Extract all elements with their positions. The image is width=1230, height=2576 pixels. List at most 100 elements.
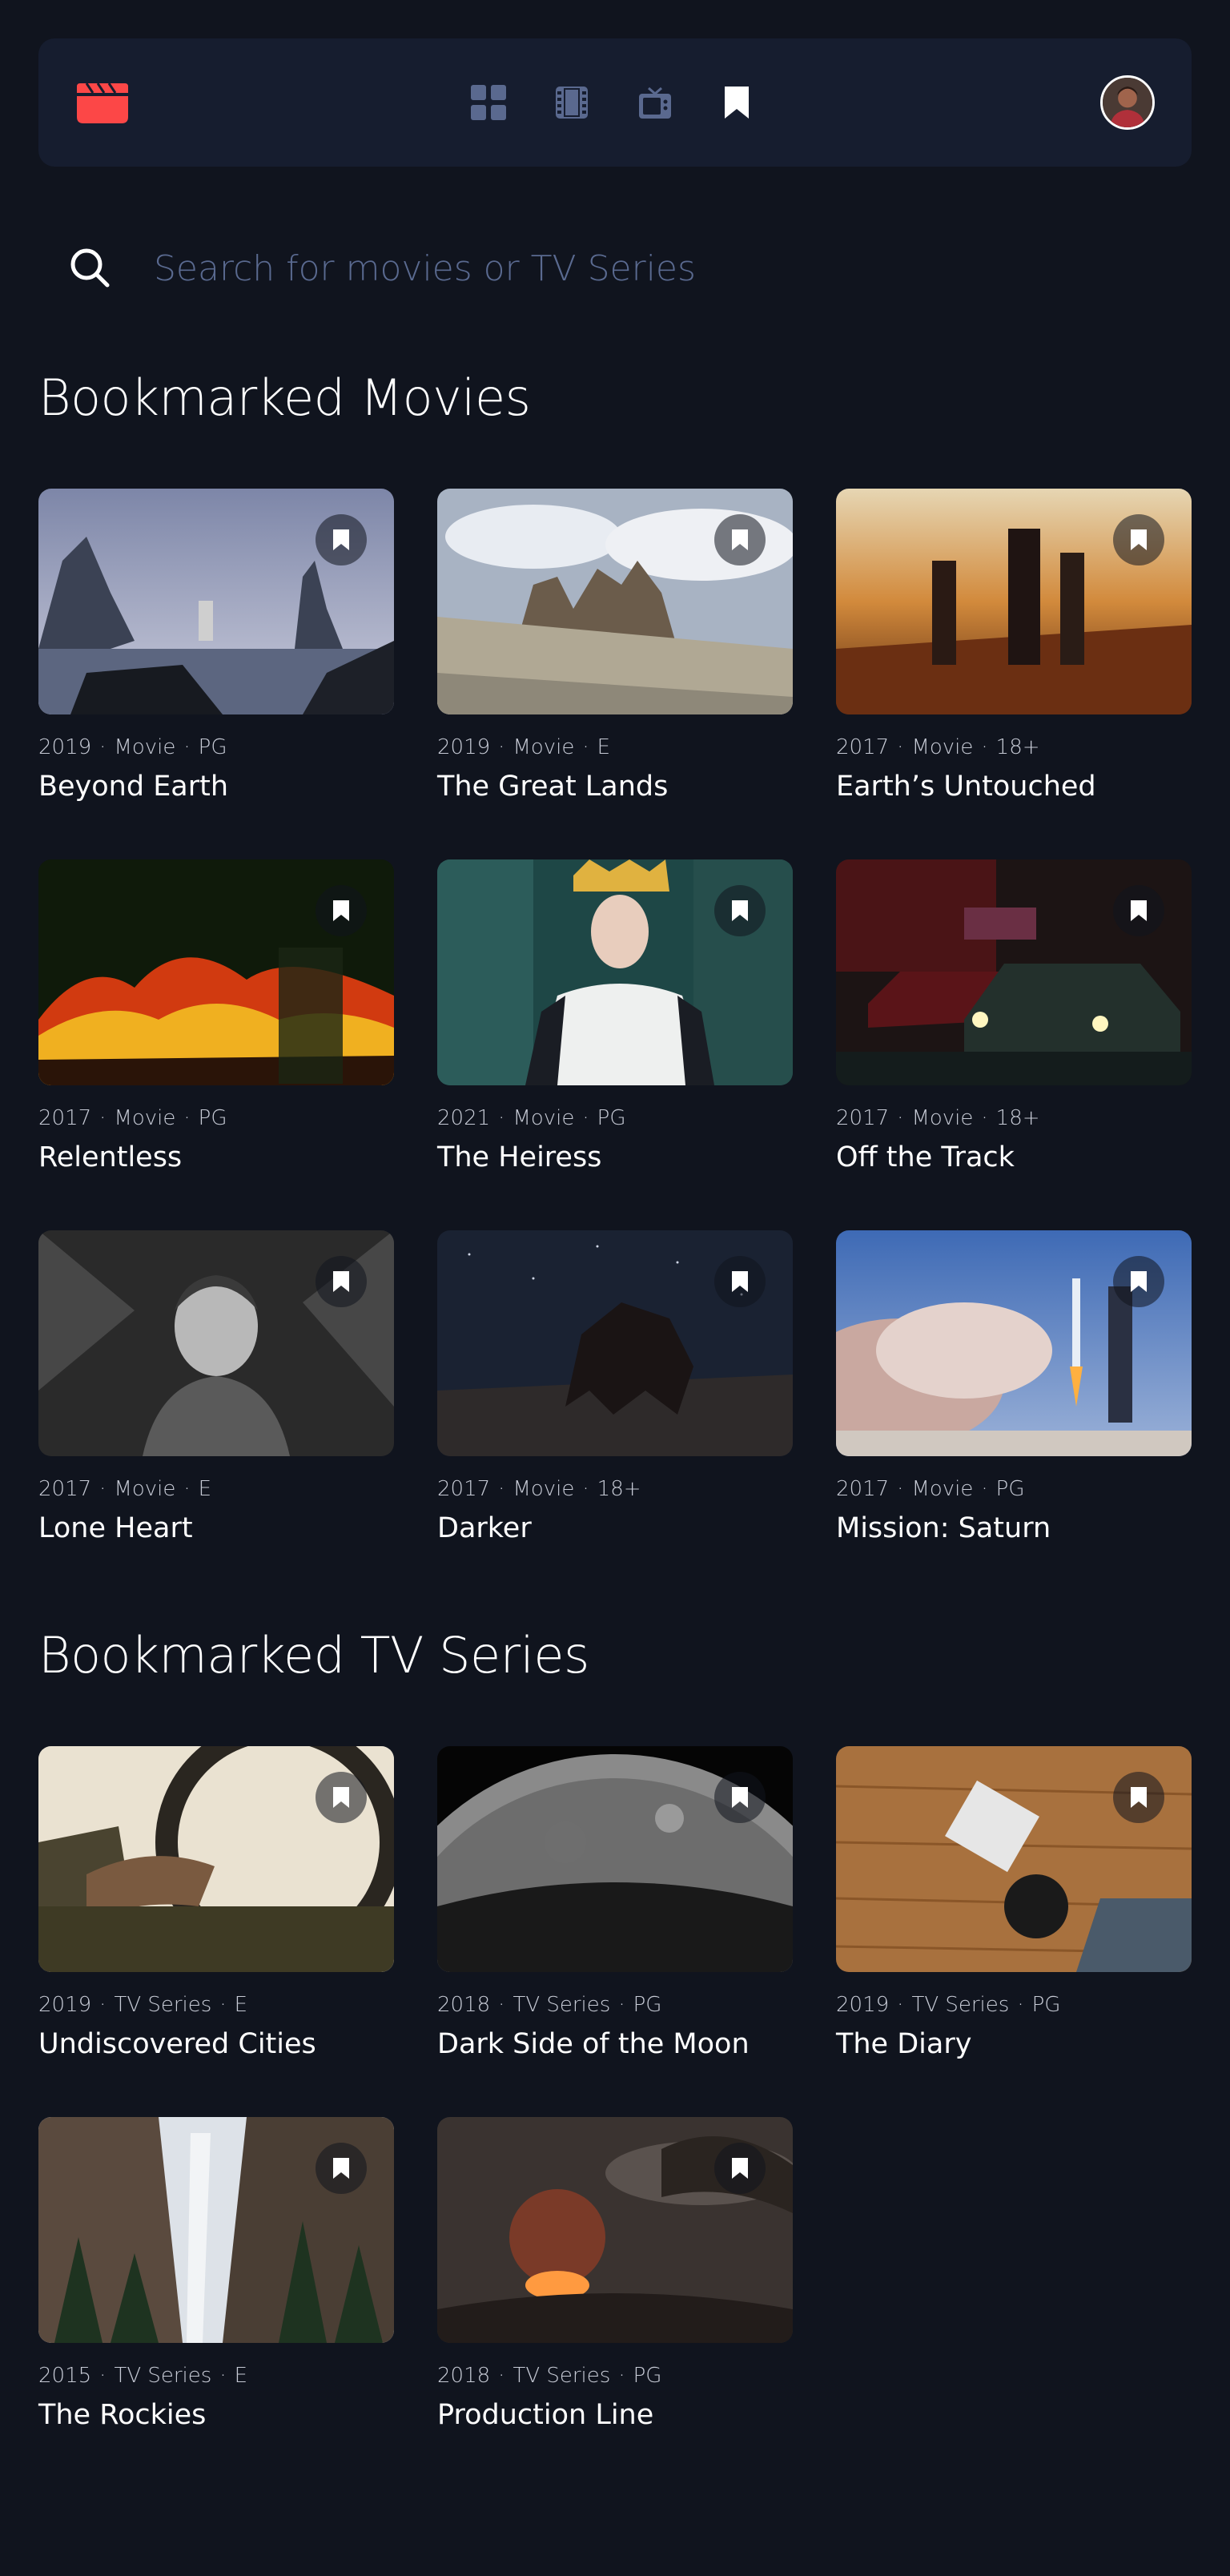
card-rating: 18+ [995,735,1040,759]
search-input[interactable] [154,240,1115,296]
movie-card[interactable]: 2017 · Movie · PG Relentless [38,859,394,1180]
separator-dot: · [99,2364,107,2388]
card-meta: 2015 · TV Series · E [38,2364,247,2388]
card-title[interactable]: Off the Track [836,1141,1015,1173]
card-title[interactable]: The Heiress [437,1141,601,1173]
card-rating: PG [633,1993,662,2017]
separator-dot: · [183,735,191,759]
separator-dot: · [99,1477,107,1501]
separator-dot: · [897,735,904,759]
bookmark-button[interactable] [1113,514,1164,566]
movies-grid: 2019 · Movie · PG Beyond Earth 2019 · Movie · E The… [38,489,1192,1586]
bookmark-button[interactable] [714,1772,766,1823]
bookmark-button[interactable] [1113,1256,1164,1307]
card-meta: 2018 · TV Series · PG [437,2364,661,2388]
bookmark-button[interactable] [316,1772,367,1823]
card-category: Movie [114,1106,176,1130]
card-category: TV Series [114,1993,212,2017]
series-card[interactable]: 2019 · TV Series · E Undiscovered Cities [38,1746,394,2067]
card-year: 2021 [437,1106,491,1130]
card-category: TV Series [512,1993,611,2017]
card-meta: 2017 · Movie · 18+ [836,1106,1040,1130]
bookmark-button[interactable] [1113,1772,1164,1823]
separator-dot: · [99,735,107,759]
card-title[interactable]: Earth’s Untouched [836,771,1096,803]
card-title[interactable]: The Great Lands [437,771,668,803]
card-meta: 2017 · Movie · PG [836,1477,1024,1501]
separator-dot: · [219,2364,227,2388]
card-rating: E [234,1993,248,2017]
card-year: 2017 [38,1477,92,1501]
separator-dot: · [981,1106,988,1130]
series-card[interactable]: 2018 · TV Series · PG Dark Side of the Moon [437,1746,793,2067]
nav-film-icon[interactable] [554,85,589,120]
movie-card[interactable]: 2017 · Movie · 18+ Off the Track [836,859,1192,1180]
nav-home-grid-icon[interactable] [471,85,506,120]
card-meta: 2021 · Movie · PG [437,1106,625,1130]
separator-dot: · [498,1106,505,1130]
card-title[interactable]: Darker [437,1512,532,1544]
card-year: 2018 [437,1993,491,2017]
movie-card[interactable]: 2017 · Movie · E Lone Heart [38,1230,394,1551]
card-rating: 18+ [995,1106,1040,1130]
movie-card[interactable]: 2017 · Movie · PG Mission: Saturn [836,1230,1192,1551]
card-meta: 2019 · Movie · E [437,735,610,759]
card-title[interactable]: Relentless [38,1141,182,1173]
series-grid: 2019 · TV Series · E Undiscovered Cities 2018 ·… [38,1746,1192,2467]
bookmark-button[interactable] [316,1256,367,1307]
card-category: Movie [911,735,974,759]
card-rating: E [198,1477,212,1501]
bookmark-button[interactable] [714,1256,766,1307]
card-title[interactable]: Mission: Saturn [836,1512,1051,1544]
bookmark-button[interactable] [1113,885,1164,936]
bookmark-button[interactable] [316,885,367,936]
card-title[interactable]: The Rockies [38,2399,206,2431]
card-title[interactable]: Lone Heart [38,1512,193,1544]
series-card[interactable]: 2018 · TV Series · PG Production Line [437,2117,793,2437]
card-meta: 2019 · Movie · PG [38,735,227,759]
card-title[interactable]: Beyond Earth [38,771,228,803]
nav-bookmark-icon[interactable] [719,85,754,120]
movie-card[interactable]: 2021 · Movie · PG The Heiress [437,859,793,1180]
card-year: 2017 [437,1477,491,1501]
card-category: Movie [512,1106,575,1130]
card-category: TV Series [512,2364,611,2388]
bookmark-button[interactable] [316,2143,367,2194]
separator-dot: · [981,1477,988,1501]
movie-card[interactable]: 2019 · Movie · PG Beyond Earth [38,489,394,809]
card-meta: 2019 · TV Series · PG [836,1993,1060,2017]
card-year: 2019 [38,1993,92,2017]
search-icon [67,245,114,292]
separator-dot: · [897,1993,904,2017]
separator-dot: · [618,1993,625,2017]
card-meta: 2017 · Movie · E [38,1477,211,1501]
series-card[interactable]: 2015 · TV Series · E The Rockies [38,2117,394,2437]
avatar[interactable] [1100,75,1155,130]
card-title[interactable]: Production Line [437,2399,653,2431]
card-category: Movie [911,1477,974,1501]
card-category: TV Series [911,1993,1010,2017]
movies-heading: Bookmarked Movies [38,368,531,427]
bookmark-button[interactable] [714,514,766,566]
movie-card[interactable]: 2017 · Movie · 18+ Earth’s Untouched [836,489,1192,809]
card-year: 2017 [836,735,890,759]
card-year: 2017 [38,1106,92,1130]
card-rating: PG [995,1477,1025,1501]
card-meta: 2018 · TV Series · PG [437,1993,661,2017]
card-title[interactable]: Undiscovered Cities [38,2028,316,2060]
movie-card[interactable]: 2017 · Movie · 18+ Darker [437,1230,793,1551]
bookmark-button[interactable] [316,514,367,566]
bookmark-button[interactable] [714,885,766,936]
separator-dot: · [99,1993,107,2017]
card-meta: 2017 · Movie · 18+ [836,735,1040,759]
series-card[interactable]: 2019 · TV Series · PG The Diary [836,1746,1192,2067]
card-title[interactable]: The Diary [836,2028,971,2060]
card-meta: 2019 · TV Series · E [38,1993,247,2017]
card-category: Movie [114,735,176,759]
separator-dot: · [219,1993,227,2017]
bookmark-button[interactable] [714,2143,766,2194]
separator-dot: · [498,1993,505,2017]
card-title[interactable]: Dark Side of the Moon [437,2028,750,2060]
nav-tv-icon[interactable] [637,85,673,120]
movie-card[interactable]: 2019 · Movie · E The Great Lands [437,489,793,809]
